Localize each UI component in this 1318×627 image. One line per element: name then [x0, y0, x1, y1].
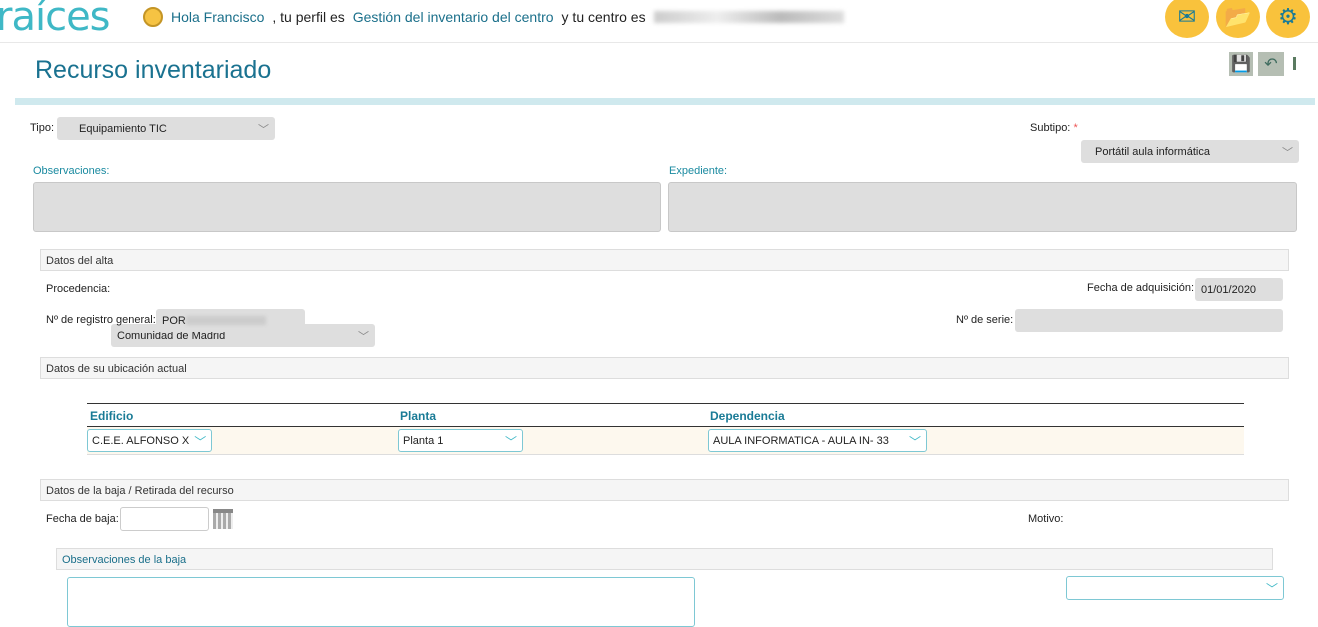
registro-input[interactable]: POR	[156, 309, 305, 332]
registro-value: POR	[162, 314, 186, 327]
calendar-icon[interactable]	[213, 509, 233, 529]
documents-folder-icon[interactable]: 📂	[1216, 0, 1260, 38]
tipo-select[interactable]: Equipamiento TIC ﹀	[57, 117, 275, 140]
fecha-baja-input[interactable]	[120, 507, 209, 531]
section-baja: Datos de la baja / Retirada del recurso	[40, 479, 1289, 501]
tipo-value: Equipamiento TIC	[79, 122, 167, 135]
procedencia-label: Procedencia:	[46, 283, 111, 295]
page-title: Recurso inventariado	[35, 56, 272, 84]
serie-input[interactable]	[1015, 309, 1283, 332]
section-observaciones-baja: Observaciones de la baja	[56, 548, 1273, 570]
title-band	[15, 98, 1315, 105]
back-icon[interactable]: ↶	[1258, 52, 1284, 76]
fecha-adquisicion-input[interactable]: 01/01/2020	[1195, 278, 1283, 301]
save-icon[interactable]: 💾	[1229, 52, 1253, 76]
raices-logo: raíces	[0, 0, 111, 40]
observaciones-label: Observaciones:	[33, 165, 110, 177]
motivo-label: Motivo:	[1028, 513, 1064, 525]
subtipo-label: Subtipo: *	[1030, 122, 1078, 134]
greeting-bar: Hola Francisco , tu perfil es Gestión de…	[143, 7, 844, 27]
dependencia-select[interactable]: AULA INFORMATICA - AULA IN- 33 ﹀	[708, 429, 927, 452]
subtipo-value: Portátil aula informática	[1095, 145, 1210, 158]
tipo-label: Tipo:	[30, 122, 55, 134]
edificio-select[interactable]: C.E.E. ALFONSO X ﹀	[87, 429, 213, 452]
chevron-down-icon: ﹀	[504, 435, 517, 449]
serie-label: Nº de serie:	[956, 314, 1014, 326]
section-datos-alta: Datos del alta	[40, 249, 1289, 271]
chevron-down-icon: ﹀	[194, 435, 207, 449]
fecha-baja-label: Fecha de baja:	[46, 513, 119, 525]
profile-text: , tu perfil es	[272, 9, 345, 25]
column-edificio: Edificio	[90, 409, 134, 423]
section-ubicacion: Datos de su ubicación actual	[40, 357, 1289, 379]
settings-gears-icon[interactable]: ⚙	[1266, 0, 1310, 38]
chevron-down-icon: ﹀	[908, 435, 921, 449]
observaciones-textarea[interactable]	[33, 182, 661, 232]
table-header: Edificio Planta Dependencia	[87, 404, 1244, 427]
chevron-down-icon: ﹀	[1265, 582, 1278, 596]
chevron-down-icon: ﹀	[1282, 147, 1293, 159]
toolbar-separator	[1293, 57, 1296, 70]
registro-label: Nº de registro general:	[46, 314, 156, 326]
fecha-adquisicion-label: Fecha de adquisición:	[1087, 282, 1195, 294]
table-row: C.E.E. ALFONSO X ﹀ Planta 1 ﹀ AULA INFORMA…	[87, 427, 1244, 455]
expediente-textarea[interactable]	[668, 182, 1297, 232]
ubicacion-table: Edificio Planta Dependencia C.E.E. ALFON…	[87, 403, 1244, 455]
column-dependencia: Dependencia	[710, 409, 785, 423]
user-icon	[143, 7, 163, 27]
expediente-label: Expediente:	[669, 165, 728, 177]
registro-redacted	[185, 316, 266, 325]
profile-link[interactable]: Gestión del inventario del centro	[353, 9, 554, 25]
chevron-down-icon: ﹀	[358, 331, 369, 343]
center-text: y tu centro es	[561, 9, 646, 25]
center-name-redacted	[653, 11, 844, 23]
column-planta: Planta	[400, 409, 437, 423]
subtipo-select[interactable]: Portátil aula informática ﹀	[1081, 140, 1299, 163]
planta-select[interactable]: Planta 1 ﹀	[398, 429, 523, 452]
chevron-down-icon: ﹀	[258, 124, 269, 136]
header-divider	[0, 42, 1318, 43]
motivo-select[interactable]: ﹀	[1066, 576, 1284, 600]
user-name: Hola Francisco	[171, 9, 265, 25]
mail-icon[interactable]: ✉	[1165, 0, 1209, 38]
